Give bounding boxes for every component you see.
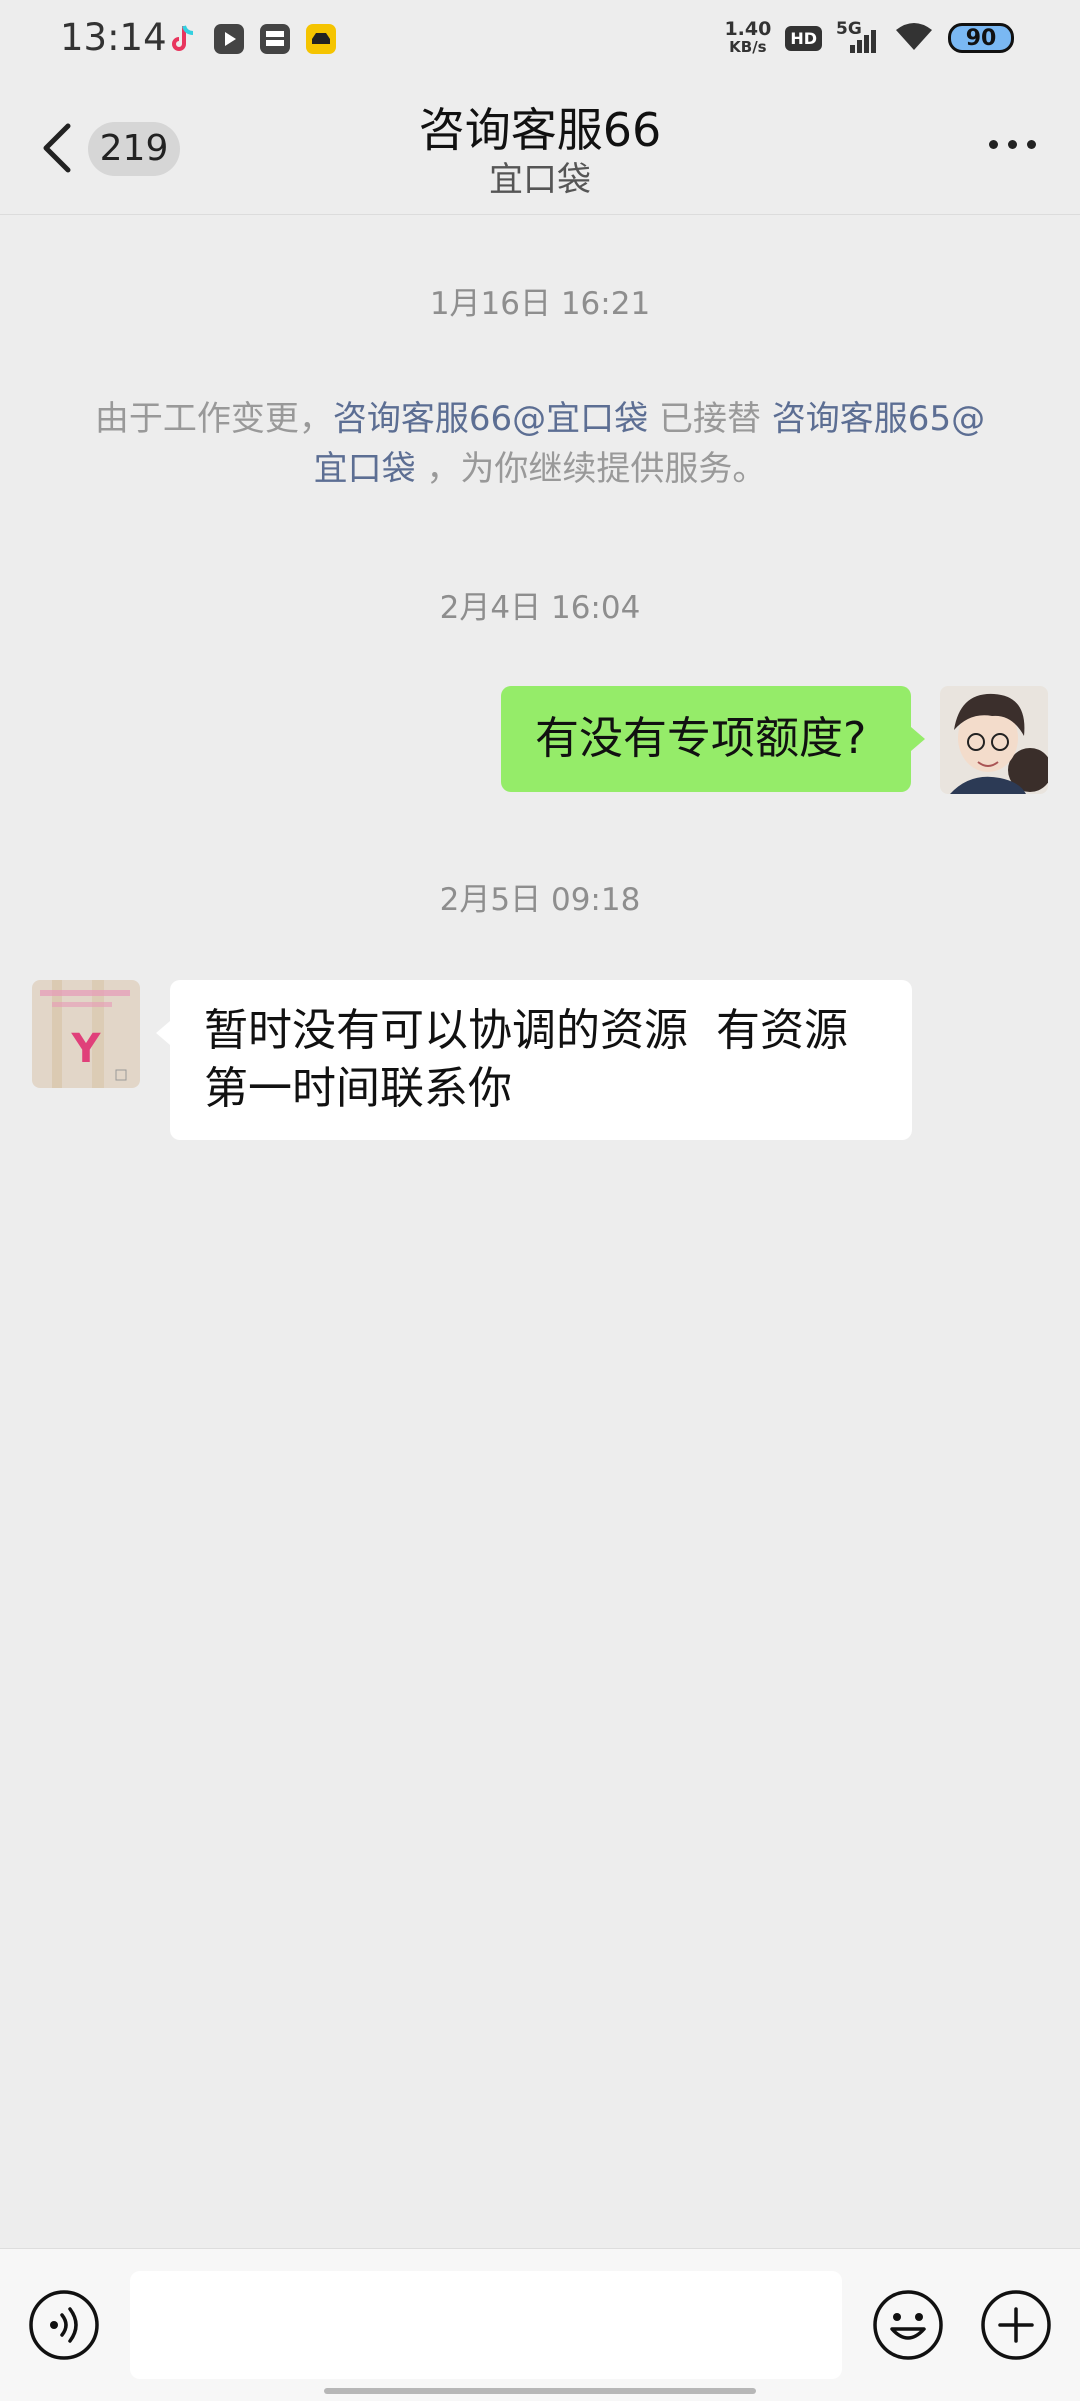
system-text: 由于工作变更， [94,399,333,439]
bubble-tail [911,727,925,751]
input-bar [0,2248,1080,2401]
more-options-button[interactable] [989,140,1036,149]
timestamp: 1月16日 16:21 [429,286,651,322]
net-speed-unit: KB/s [729,38,767,56]
home-indicator[interactable] [324,2388,756,2394]
wifi-icon [894,20,934,56]
tiktok-icon [166,22,200,56]
message-text: 暂时没有可以协调的资源 有资源第一时间联系你 [204,1005,848,1114]
net-speed-value: 1.40 [724,18,772,40]
dot-icon [1027,140,1036,149]
outgoing-message-bubble[interactable]: 有没有专项额度? [501,686,911,792]
system-message: 由于工作变更，咨询客服66@宜口袋 已接替 咨询客服65@宜口袋 ，为你继续提供… [80,394,1000,494]
plus-icon [981,2290,1051,2360]
status-bar: 13:14 1.40 KB/s HD 5G 90 [0,0,1080,80]
car-app-icon [304,22,338,56]
message-text: 有没有专项额度? [535,713,867,764]
net-speed: 1.40 KB/s [724,18,772,57]
battery-icon: 90 [948,23,1014,53]
emoji-icon [873,2290,943,2360]
avatar-letter: Y [71,1026,101,1072]
chat-header: 219 咨询客服66 宜口袋 [0,80,1080,215]
timestamp: 2月4日 16:04 [439,590,641,626]
dot-icon [1008,140,1017,149]
my-avatar[interactable] [940,686,1048,794]
agent-link[interactable]: 咨询客服66@宜口袋 [333,399,648,439]
emoji-button[interactable] [872,2289,944,2361]
message-input[interactable] [130,2271,842,2379]
timestamp: 2月5日 09:18 [439,882,641,918]
system-text: 已接替 [648,399,772,439]
voice-icon [29,2290,99,2360]
bubble-tail [156,1021,170,1045]
more-functions-button[interactable] [980,2289,1052,2361]
chat-title: 咨询客服66 [418,103,662,157]
video-app-icon [212,22,246,56]
agent-avatar[interactable]: Y [32,980,140,1088]
status-right: 1.40 KB/s HD 5G 90 [724,18,1014,57]
status-app-icons [166,22,338,56]
voice-input-button[interactable] [28,2289,100,2361]
system-text: ，为你继续提供服务。 [415,449,767,489]
dot-icon [989,140,998,149]
chat-subtitle: 宜口袋 [489,160,591,200]
bus-app-icon [258,22,292,56]
incoming-message-bubble[interactable]: 暂时没有可以协调的资源 有资源第一时间联系你 [170,980,912,1140]
status-time: 13:14 [60,16,167,59]
hd-badge: HD [785,25,822,51]
signal-icon: 5G [836,19,880,55]
